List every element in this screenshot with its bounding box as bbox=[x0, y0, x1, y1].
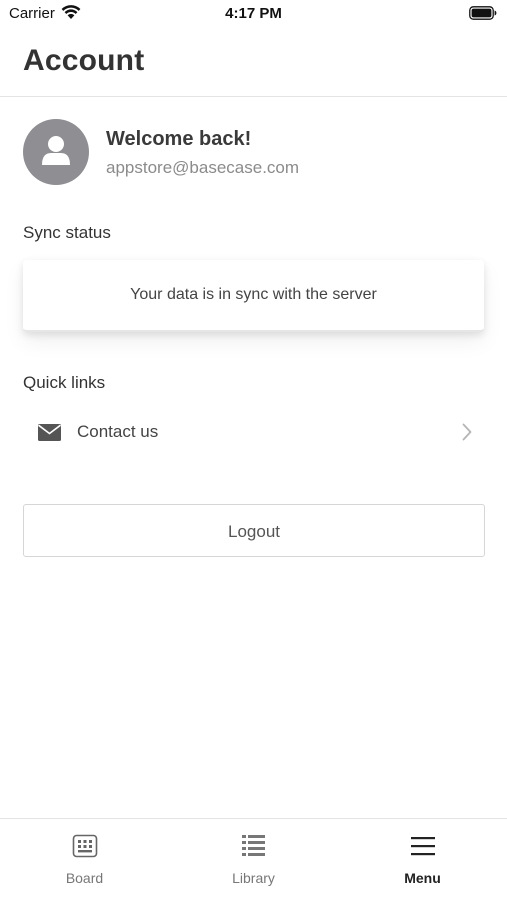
tab-library[interactable]: Library bbox=[169, 819, 338, 900]
welcome-text: Welcome back! bbox=[106, 128, 252, 150]
sync-status-message: Your data is in sync with the server bbox=[130, 286, 377, 303]
tab-menu[interactable]: Menu bbox=[338, 819, 507, 900]
logout-button[interactable]: Logout bbox=[23, 504, 485, 557]
tab-library-label: Library bbox=[232, 870, 275, 886]
sync-status-card: Your data is in sync with the server bbox=[23, 260, 484, 332]
tab-board-label: Board bbox=[65, 870, 104, 886]
contact-us-link[interactable]: Contact us bbox=[23, 410, 484, 454]
profile-section: Welcome back! appstore@basecase.com bbox=[23, 119, 483, 187]
tab-bar: Board Library Menu bbox=[0, 818, 507, 900]
logout-label: Logout bbox=[228, 522, 280, 541]
chevron-right-icon bbox=[462, 423, 472, 441]
contact-us-label: Contact us bbox=[77, 422, 159, 441]
clock: 4:17 PM bbox=[225, 5, 282, 22]
battery-icon bbox=[469, 6, 497, 20]
sync-status-heading: Sync status bbox=[23, 223, 111, 242]
status-bar: Carrier 4:17 PM bbox=[0, 0, 507, 28]
keypad-icon bbox=[72, 834, 98, 858]
tab-board[interactable]: Board bbox=[0, 819, 169, 900]
account-email: appstore@basecase.com bbox=[106, 158, 300, 177]
mail-icon bbox=[38, 424, 61, 441]
page-title: Account bbox=[23, 44, 145, 77]
user-icon bbox=[42, 136, 70, 165]
tab-menu-label: Menu bbox=[404, 870, 441, 886]
quick-links-heading: Quick links bbox=[23, 373, 106, 392]
list-icon bbox=[242, 835, 265, 856]
hamburger-icon bbox=[411, 837, 435, 856]
header: Account bbox=[0, 28, 507, 97]
avatar bbox=[23, 119, 89, 185]
